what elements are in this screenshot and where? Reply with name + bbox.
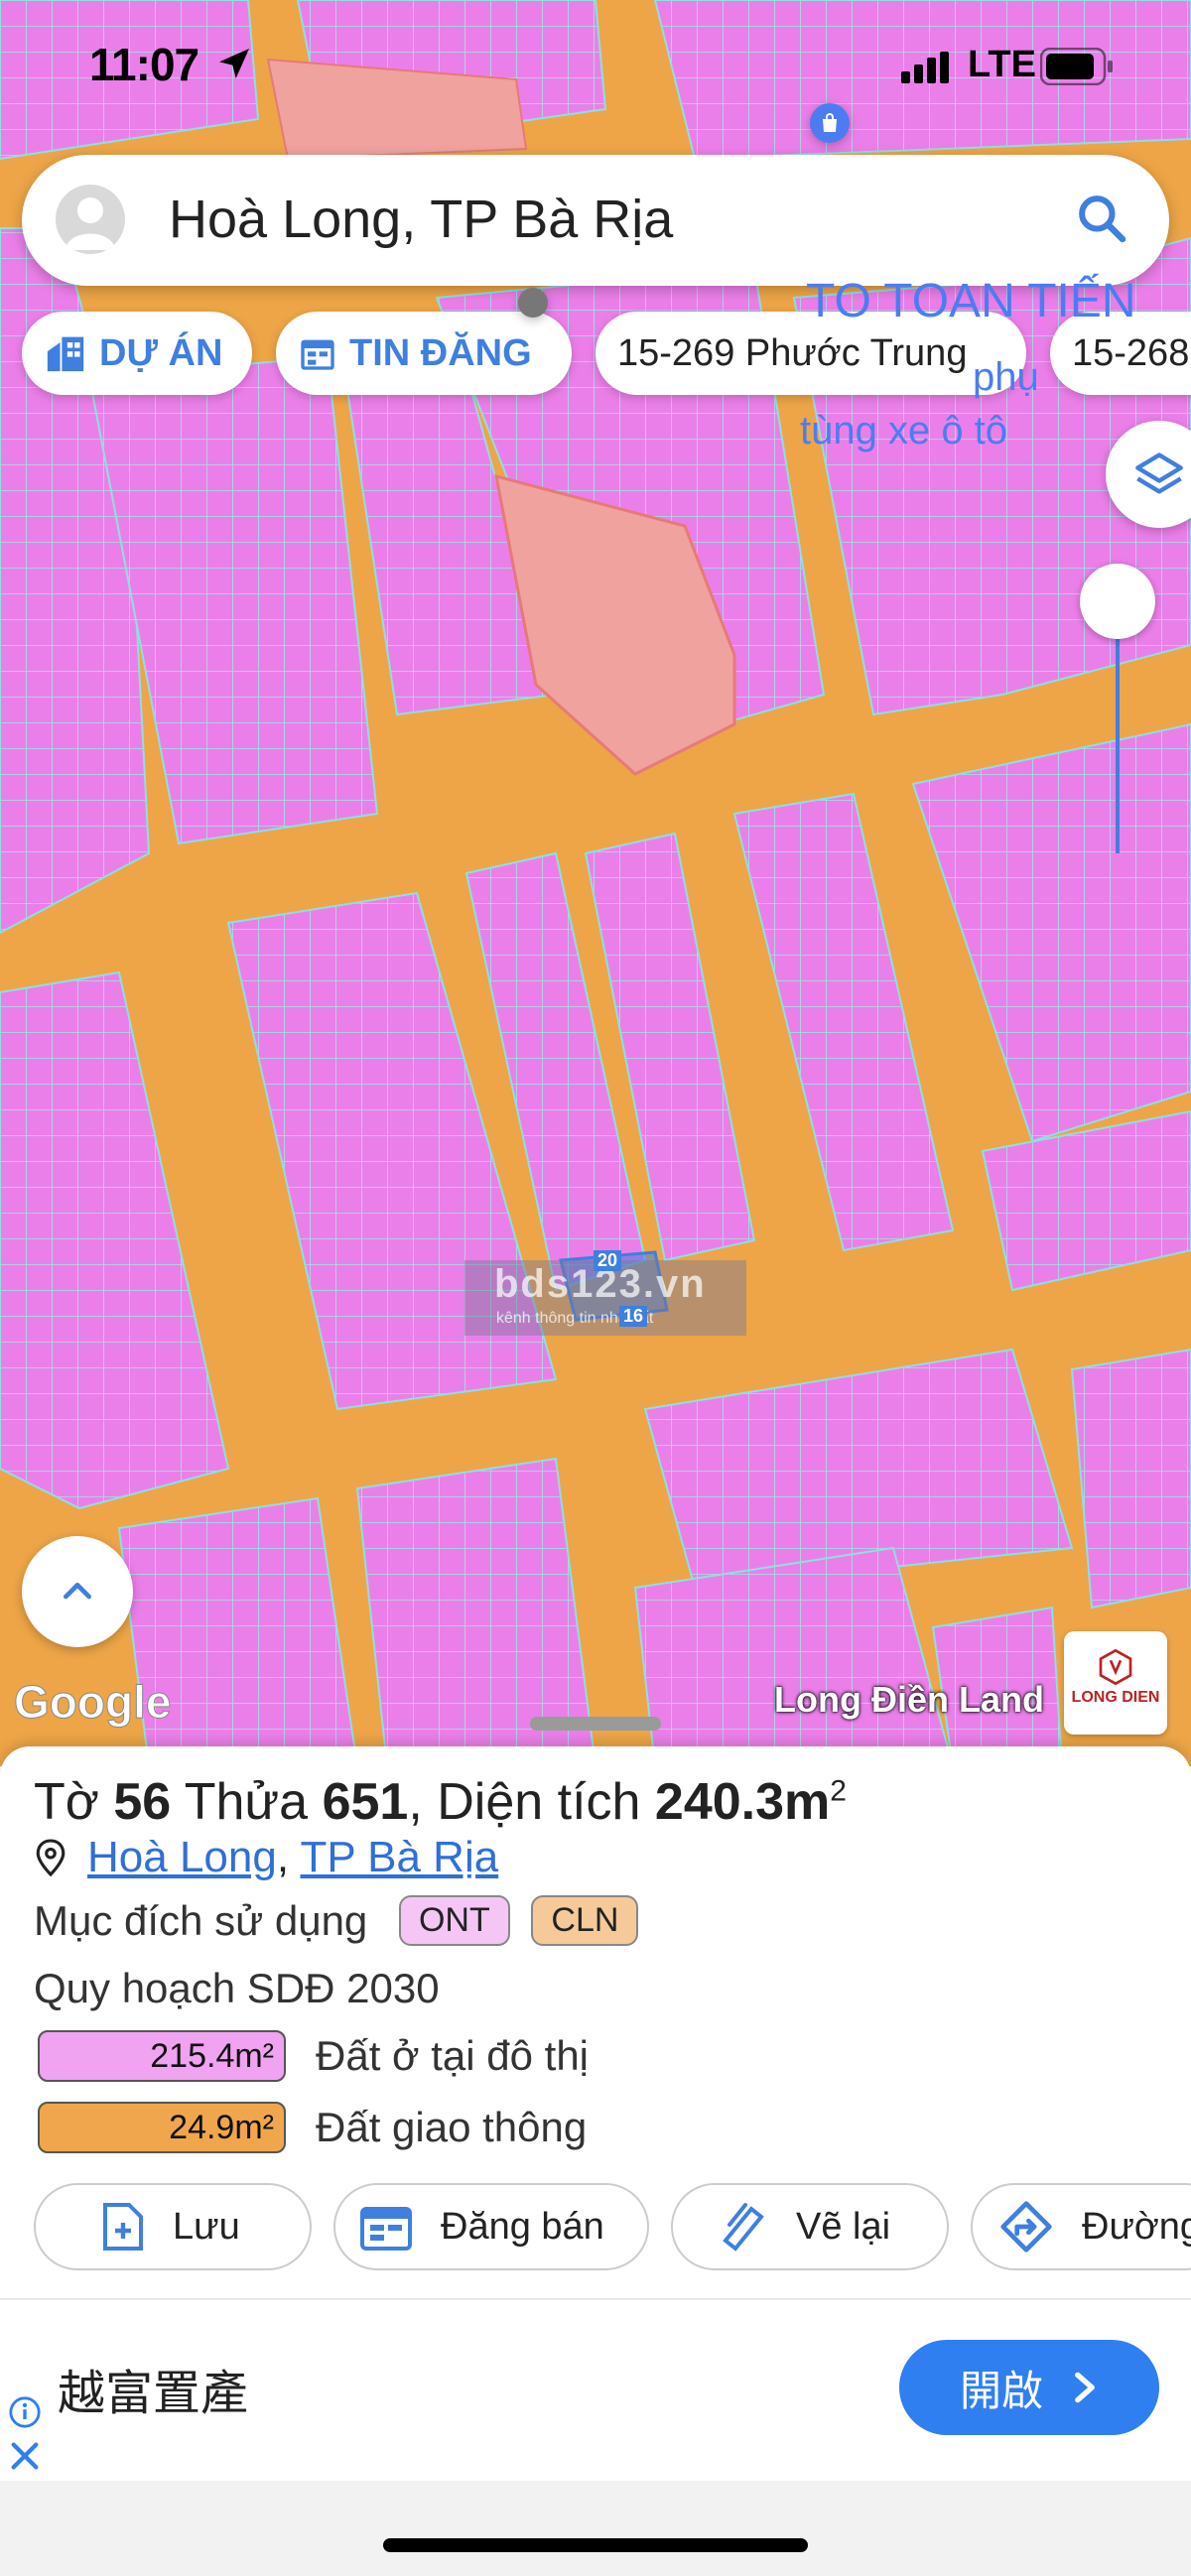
redraw-label: Vẽ lại xyxy=(796,2205,891,2248)
chip-label: 15-269 Phước Trung xyxy=(617,331,968,374)
ad-open-button[interactable]: 開啟 xyxy=(899,2340,1159,2435)
purpose-row: Mục đích sử dụng ONT CLN xyxy=(34,1895,639,1950)
parcel-title: Tờ 56 Thửa 651, Diện tích 240.3m2 xyxy=(34,1773,847,1831)
calendar-icon xyxy=(360,2207,412,2251)
shop-marker[interactable] xyxy=(810,103,850,143)
opacity-slider-track[interactable] xyxy=(1116,635,1120,853)
directions-button[interactable]: Đường xyxy=(971,2183,1191,2270)
search-input[interactable]: Hoà Long, TP Bà Rịa xyxy=(169,189,673,250)
place-marker[interactable] xyxy=(518,288,548,318)
zone-label-residential: Đất ở tại đô thị xyxy=(316,2032,590,2079)
map-credit: Long Điền Land xyxy=(774,1679,1044,1720)
info-icon[interactable] xyxy=(8,2395,42,2429)
city-link[interactable]: TP Bà Rịa xyxy=(300,1833,498,1881)
panel-grabber[interactable] xyxy=(530,1717,661,1731)
status-time: 11:07 xyxy=(89,39,199,90)
poi-label-line1: TO TOAN TIẾN xyxy=(806,275,1136,327)
home-indicator[interactable] xyxy=(383,2538,808,2552)
calendar-icon xyxy=(301,339,334,370)
long-dien-logo[interactable]: LONG DIEN xyxy=(1064,1631,1167,1735)
post-sale-label: Đăng bán xyxy=(441,2205,604,2248)
ad-button-label: 開啟 xyxy=(959,2367,1043,2414)
building-icon xyxy=(47,336,84,372)
draw-pen-icon xyxy=(723,2203,764,2252)
plot-number-top: 20 xyxy=(594,1250,622,1271)
parcel-info-panel[interactable]: Tờ 56 Thửa 651, Diện tích 240.3m2 Hoà Lo… xyxy=(0,1717,1191,2298)
logo-text: LONG DIEN xyxy=(1071,1689,1160,1706)
chip-label: TIN ĐĂNG xyxy=(349,331,532,374)
chip-label: DỰ ÁN xyxy=(99,331,223,374)
directions-label: Đường xyxy=(1082,2205,1191,2248)
status-bar: 11:07 LTE xyxy=(0,0,1191,139)
google-logo: Google xyxy=(13,1676,172,1729)
expand-panel-button[interactable] xyxy=(22,1536,133,1647)
chevron-up-icon xyxy=(63,1583,91,1600)
search-bar[interactable]: Hoà Long, TP Bà Rịa xyxy=(22,155,1169,286)
file-plus-icon xyxy=(103,2203,143,2251)
sheet-number: 56 xyxy=(113,1773,172,1831)
chip-du-an[interactable]: DỰ ÁN xyxy=(22,312,252,395)
opacity-slider-handle[interactable] xyxy=(1080,564,1155,639)
post-sale-button[interactable]: Đăng bán xyxy=(333,2183,649,2270)
ad-banner[interactable]: 越富置產 開啟 xyxy=(0,2298,1191,2483)
plot-number-bottom: 16 xyxy=(619,1306,648,1327)
redraw-button[interactable]: Vẽ lại xyxy=(671,2183,949,2270)
location-arrow-icon xyxy=(219,49,249,78)
parcel-area: 240.3m xyxy=(654,1773,831,1831)
chip-tin-dang[interactable]: TIN ĐĂNG xyxy=(276,312,572,395)
ad-text: 越富置產 xyxy=(58,2368,249,2420)
search-icon[interactable] xyxy=(1074,191,1129,246)
shopping-bag-icon xyxy=(823,113,837,132)
zone-area-road: 24.9m² xyxy=(38,2102,286,2153)
plan-label: Quy hoạch SDĐ 2030 xyxy=(34,1965,440,2011)
poi-label-line2: tùng xe ô tô xyxy=(800,409,1008,452)
signal-icon xyxy=(901,52,949,83)
location-pin-icon xyxy=(36,1839,66,1877)
chevron-right-icon xyxy=(1075,2372,1095,2403)
purpose-tag-ont: ONT xyxy=(398,1895,510,1946)
network-type: LTE xyxy=(968,44,1036,85)
zone-area-residential: 215.4m² xyxy=(38,2030,286,2082)
zone-label-road: Đất giao thông xyxy=(316,2104,588,2150)
directions-icon xyxy=(1000,2201,1052,2253)
purpose-tag-cln: CLN xyxy=(531,1895,639,1946)
close-icon[interactable] xyxy=(8,2439,42,2473)
save-button[interactable]: Lưu xyxy=(34,2183,312,2270)
avatar[interactable] xyxy=(56,185,125,254)
save-label: Lưu xyxy=(173,2205,240,2248)
map-view[interactable]: 11:07 LTE Hoà Long, TP Bà Rịa DỰ ÁN TIN … xyxy=(0,0,1191,1766)
watermark: bds123.vn kênh thông tin nhà đất xyxy=(464,1260,746,1336)
poi-label-fragment: phụ xyxy=(973,355,1039,399)
parcel-location: Hoà Long, TP Bà Rịa xyxy=(34,1832,498,1882)
battery-icon xyxy=(1040,48,1113,85)
ward-link[interactable]: Hoà Long xyxy=(87,1833,277,1881)
user-avatar-icon xyxy=(66,197,115,250)
plot-number: 651 xyxy=(322,1773,409,1831)
hexagon-logo-icon xyxy=(1099,1648,1132,1686)
bottom-safe-area xyxy=(0,2481,1191,2576)
layers-icon xyxy=(1135,452,1183,494)
purpose-label: Mục đích sử dụng xyxy=(34,1897,368,1944)
chip-label: 15-268 xyxy=(1072,331,1190,374)
